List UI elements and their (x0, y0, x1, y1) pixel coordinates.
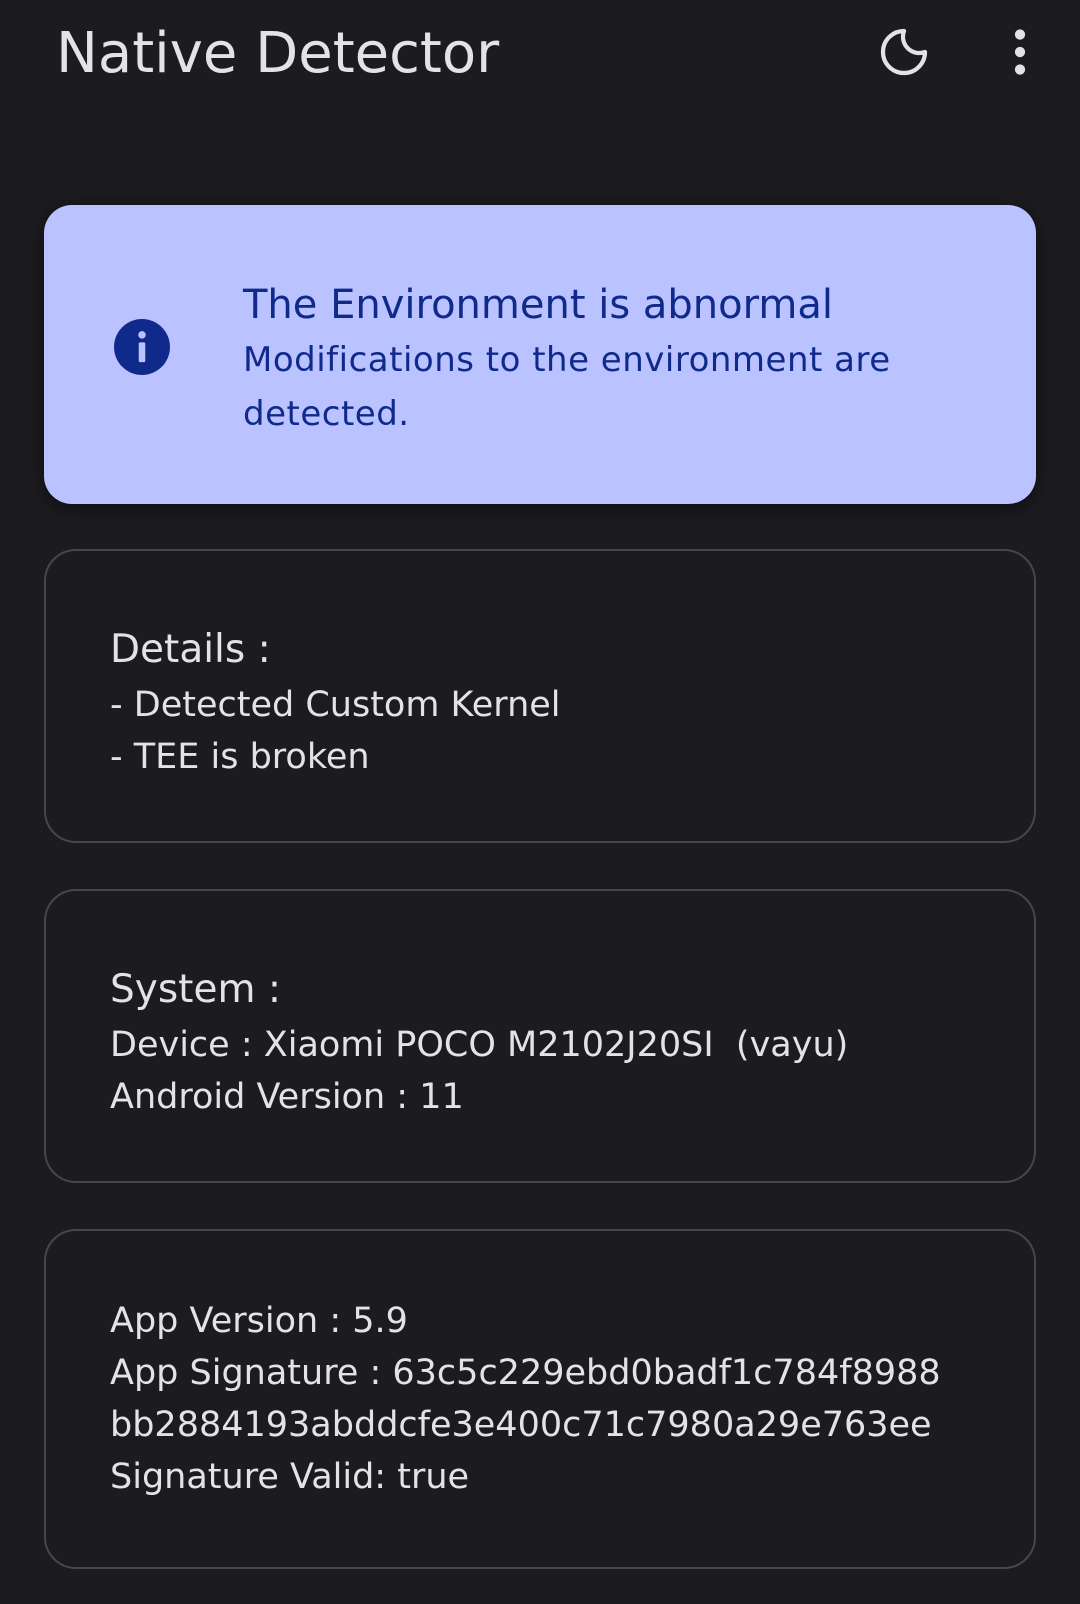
status-text: The Environment is abnormal Modification… (243, 277, 963, 441)
status-title: The Environment is abnormal (243, 282, 833, 328)
system-card: System : Device : Xiaomi POCO M2102J20SI… (44, 889, 1036, 1183)
signature-valid: Signature Valid: true (110, 1457, 470, 1497)
app-info-card: App Version : 5.9 App Signature : 63c5c2… (44, 1229, 1036, 1569)
status-description: Modifications to the environment are det… (243, 340, 891, 434)
app-version: App Version : 5.9 (110, 1301, 408, 1341)
device-info: Device : Xiaomi POCO M2102J20SI (vayu) (110, 1025, 849, 1065)
theme-toggle-button[interactable] (864, 12, 944, 92)
moon-icon (880, 28, 928, 76)
details-heading: Details : (110, 627, 271, 672)
top-app-bar: Native Detector (0, 0, 1080, 110)
detail-item: - TEE is broken (110, 737, 370, 777)
app-info-body: App Version : 5.9 App Signature : 63c5c2… (110, 1295, 994, 1503)
details-card: Details : - Detected Custom Kernel - TEE… (44, 549, 1036, 843)
more-vert-icon (1014, 29, 1026, 75)
system-body: System : Device : Xiaomi POCO M2102J20SI… (110, 961, 994, 1123)
app-title: Native Detector (56, 21, 500, 86)
app-signature-line-1: App Signature : 63c5c229ebd0badf1c784f89… (110, 1353, 941, 1393)
android-version: Android Version : 11 (110, 1077, 464, 1117)
system-heading: System : (110, 967, 281, 1012)
info-icon (114, 319, 170, 375)
app-signature-line-2: bb2884193abddcfe3e400c71c7980a29e763ee (110, 1405, 932, 1445)
more-options-button[interactable] (980, 12, 1060, 92)
environment-status-card: The Environment is abnormal Modification… (44, 205, 1036, 504)
details-body: Details : - Detected Custom Kernel - TEE… (110, 621, 994, 783)
detail-item: - Detected Custom Kernel (110, 685, 561, 725)
